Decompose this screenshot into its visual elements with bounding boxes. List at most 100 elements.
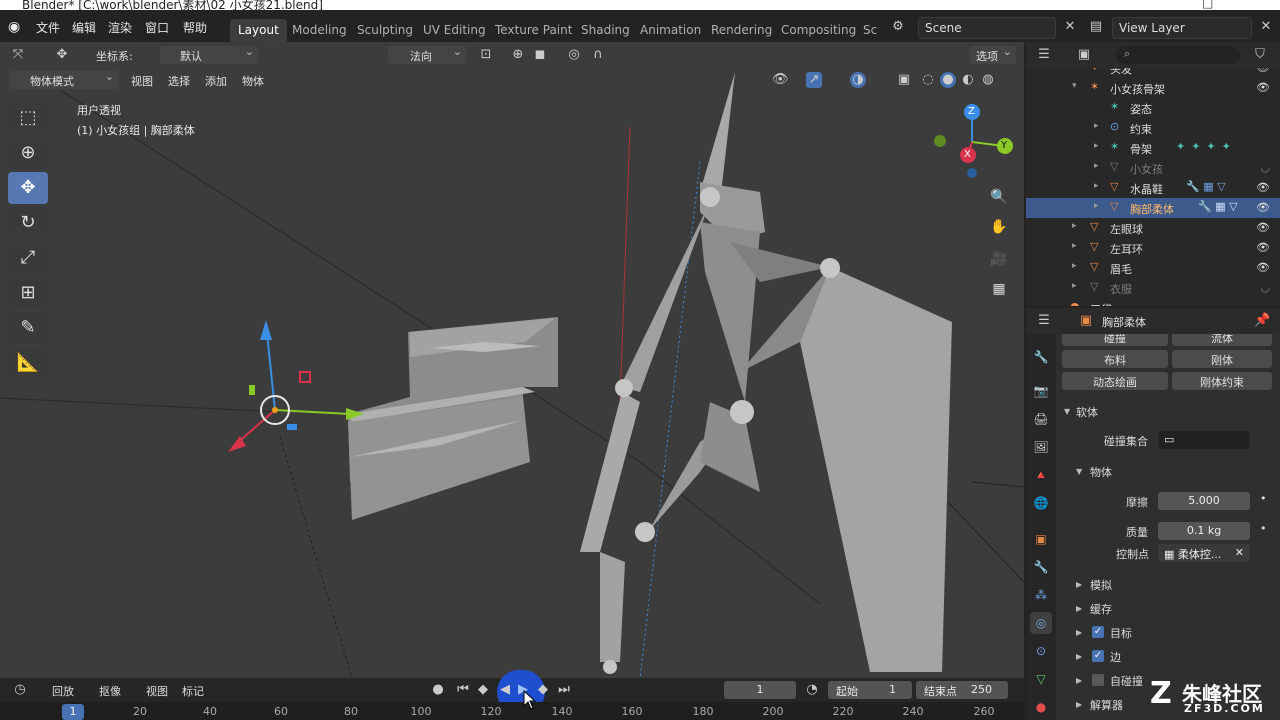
tool-tab-icon[interactable]: 🔧 bbox=[1030, 346, 1052, 368]
start-frame-field[interactable]: 起始 1 bbox=[828, 681, 912, 699]
wireframe-shading-icon[interactable]: ◌ bbox=[920, 72, 936, 88]
cursor-tool[interactable]: ⊕ bbox=[8, 137, 48, 169]
tab-compositing[interactable]: Compositing bbox=[773, 19, 864, 42]
mode-dropdown[interactable]: 物体模式 bbox=[10, 70, 118, 89]
outliner-row[interactable]: ✶ 姿态 bbox=[1026, 98, 1280, 118]
scene-tab-icon[interactable]: 🔺 bbox=[1030, 464, 1052, 486]
tab-layout[interactable]: Layout bbox=[230, 19, 287, 42]
outliner-row[interactable]: ▸ ▽ 衣服 ◡ bbox=[1026, 278, 1280, 298]
object-section[interactable]: 物体 bbox=[1090, 464, 1112, 480]
dynamic-paint-button[interactable]: 动态绘画 bbox=[1062, 372, 1168, 390]
data-tab-icon[interactable]: ▽ bbox=[1030, 668, 1052, 690]
keyframe-dot-icon[interactable]: • bbox=[1260, 492, 1267, 505]
transform-tool[interactable]: ⊞ bbox=[8, 277, 48, 309]
menu-edit[interactable]: 编辑 bbox=[72, 19, 96, 36]
nav-gizmo-y-label[interactable]: Y bbox=[1001, 140, 1007, 151]
select-box-tool[interactable]: ⬚ bbox=[8, 102, 48, 134]
jump-end-icon[interactable]: ⏭ bbox=[556, 682, 572, 698]
keying-menu[interactable]: 抠像 bbox=[99, 683, 121, 699]
menu-add[interactable]: 添加 bbox=[205, 73, 227, 89]
measure-tool[interactable]: 📐 bbox=[8, 347, 48, 379]
camera-icon[interactable]: 🎥 bbox=[986, 246, 1012, 272]
rendered-shading-icon[interactable]: ◍ bbox=[980, 72, 996, 88]
move-tool[interactable]: ✥ bbox=[8, 172, 48, 204]
eye-icon[interactable]: 👁 bbox=[1256, 68, 1270, 74]
menu-window[interactable]: 窗口 bbox=[145, 19, 169, 36]
outliner-row[interactable]: ▸ ▽ 小女孩 ◡ bbox=[1026, 158, 1280, 178]
eye-closed-icon[interactable]: ◡ bbox=[1260, 281, 1270, 294]
simulation-section[interactable]: 模拟 bbox=[1090, 577, 1112, 593]
rigid-body-button[interactable]: 刚体 bbox=[1172, 350, 1272, 368]
xray-icon[interactable]: ▣ bbox=[896, 72, 912, 88]
clock-icon[interactable]: ◔ bbox=[804, 682, 820, 698]
falloff-icon[interactable]: ∩ bbox=[590, 47, 606, 63]
eye-icon[interactable]: 👁 bbox=[1256, 81, 1270, 94]
zoom-icon[interactable]: 🔍 bbox=[986, 184, 1012, 210]
scale-tool[interactable]: ⤢ bbox=[8, 242, 48, 274]
outliner-row-selected[interactable]: ▸ ▽ 胸部柔体 🔧 ▦ ▽ 👁 bbox=[1026, 198, 1280, 218]
blender-logo-icon[interactable]: ◉ bbox=[8, 19, 26, 35]
menu-view[interactable]: 视图 bbox=[131, 73, 153, 89]
visibility-icon[interactable]: 👁 bbox=[772, 72, 789, 88]
edge-checkbox[interactable]: ✓ bbox=[1092, 650, 1104, 662]
eye-icon[interactable]: 👁 bbox=[1256, 201, 1270, 214]
annotate-tool[interactable]: ✎ bbox=[8, 312, 48, 344]
close-scene-icon[interactable]: ✕ bbox=[1062, 19, 1078, 35]
view-layer-tab-icon[interactable]: 🖼 bbox=[1030, 436, 1052, 458]
object-tab-icon[interactable]: ▣ bbox=[1030, 528, 1052, 550]
section-expand-icon[interactable]: ▼ bbox=[1064, 407, 1070, 416]
playback-menu[interactable]: 回放 bbox=[52, 683, 74, 699]
nav-gizmo-x-label[interactable]: X bbox=[964, 149, 971, 160]
goal-expand-icon[interactable]: ▶ bbox=[1076, 628, 1082, 637]
tab-sculpting[interactable]: Sculpting bbox=[349, 19, 421, 42]
properties-editor-icon[interactable]: ☰ bbox=[1036, 313, 1052, 329]
3d-viewport[interactable]: Z Y X ⤧ ✥ 坐标系: 默认 法向 ⊡ ⊕ ◼ ◎ ∩ 选项 物体模式 视… bbox=[0, 42, 1024, 678]
timeline-editor-icon[interactable]: ◷ bbox=[12, 682, 28, 698]
nav-gizmo-z-label[interactable]: Z bbox=[968, 106, 975, 117]
outliner-row[interactable]: ▸ ✶ 骨架 ✦✦✦✦ bbox=[1026, 138, 1280, 158]
transform-pivot-icon[interactable]: ✥ bbox=[54, 47, 70, 63]
solver-expand-icon[interactable]: ▶ bbox=[1076, 700, 1082, 709]
marker-menu[interactable]: 标记 bbox=[182, 683, 204, 699]
object-section-expand-icon[interactable]: ▼ bbox=[1076, 467, 1082, 476]
outliner-row[interactable]: ▸ ⊙ 约束 bbox=[1026, 118, 1280, 138]
orientation-dropdown[interactable]: 法向 bbox=[388, 45, 466, 64]
snap-target-icon[interactable]: ⊡ bbox=[478, 47, 494, 63]
scene-selector[interactable]: Scene bbox=[918, 17, 1056, 39]
tab-uv-editing[interactable]: UV Editing bbox=[415, 19, 494, 42]
output-tab-icon[interactable]: 🖨 bbox=[1030, 408, 1052, 430]
rotate-tool[interactable]: ↻ bbox=[8, 207, 48, 239]
outliner-row[interactable]: ● 口袋 bbox=[1026, 298, 1280, 306]
options-dropdown[interactable]: 选项 bbox=[970, 45, 1016, 64]
tab-scripting[interactable]: Sc bbox=[855, 19, 885, 42]
material-shading-icon[interactable]: ◐ bbox=[960, 72, 976, 88]
keyframe-dot-icon[interactable]: • bbox=[1260, 522, 1267, 535]
tab-animation[interactable]: Animation bbox=[632, 19, 709, 42]
simulation-expand-icon[interactable]: ▶ bbox=[1076, 580, 1082, 589]
goal-checkbox[interactable]: ✓ bbox=[1092, 626, 1104, 638]
rigid-constraint-button[interactable]: 刚体约束 bbox=[1172, 372, 1272, 390]
play-reverse-icon[interactable]: ◀ bbox=[497, 682, 513, 698]
edge-section[interactable]: 边 bbox=[1110, 649, 1121, 665]
proportional-edit-icon[interactable]: ◎ bbox=[566, 47, 582, 63]
record-icon[interactable]: ● bbox=[430, 682, 446, 698]
softbody-section[interactable]: 软体 bbox=[1076, 404, 1098, 420]
scene-icon[interactable]: ⚙ bbox=[890, 19, 906, 35]
timeline-ruler[interactable]: 1 20 40 60 80 100 120 140 160 180 200 22… bbox=[0, 702, 1024, 720]
menu-render[interactable]: 渲染 bbox=[108, 19, 132, 36]
outliner-row[interactable]: ▸ ⛛ 头发 👁 bbox=[1026, 68, 1280, 78]
view-layer-icon[interactable]: ▤ bbox=[1088, 19, 1104, 35]
outliner-row[interactable]: ▸ ▽ 眉毛 👁 bbox=[1026, 258, 1280, 278]
menu-object[interactable]: 物体 bbox=[242, 73, 264, 89]
cache-section[interactable]: 缓存 bbox=[1090, 601, 1112, 617]
coord-system-dropdown[interactable]: 默认 bbox=[160, 45, 258, 64]
eye-icon[interactable]: 👁 bbox=[1256, 241, 1270, 254]
ortho-grid-icon[interactable]: ▦ bbox=[986, 276, 1012, 302]
goal-section[interactable]: 目标 bbox=[1110, 625, 1132, 641]
editor-type-icon[interactable]: ⤧ bbox=[10, 47, 26, 63]
collision-button[interactable]: 碰撞 bbox=[1062, 334, 1168, 346]
collision-collection-field[interactable]: ▭ bbox=[1158, 431, 1250, 449]
mass-field[interactable]: 0.1 kg bbox=[1158, 522, 1250, 540]
tab-texture-paint[interactable]: Texture Paint bbox=[487, 19, 580, 42]
self-collision-expand-icon[interactable]: ▶ bbox=[1076, 676, 1082, 685]
